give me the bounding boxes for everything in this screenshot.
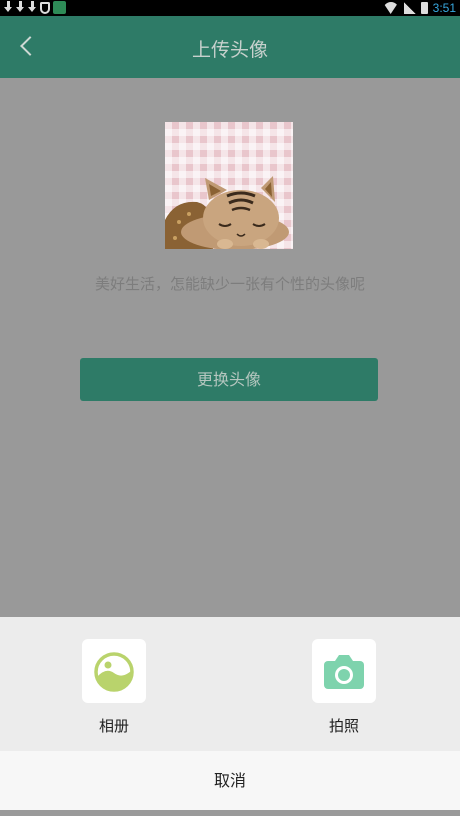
page-title: 上传头像 — [191, 39, 268, 61]
cat-illustration — [165, 176, 289, 249]
system-icons: 3:51 — [383, 0, 456, 16]
download-icon — [28, 1, 37, 14]
shield-icon — [40, 1, 50, 14]
battery-icon — [420, 2, 428, 14]
album-tile[interactable] — [82, 639, 146, 703]
wifi-icon — [383, 2, 399, 14]
avatar-image — [165, 122, 293, 249]
camera-icon — [324, 655, 364, 689]
notification-icons — [4, 1, 66, 14]
app-notification-icon — [53, 1, 66, 14]
header: 上传头像 — [0, 16, 460, 78]
album-icon — [94, 652, 134, 692]
status-time: 3:51 — [432, 1, 456, 15]
change-avatar-button[interactable]: 更换头像 — [80, 358, 378, 401]
status-bar: 3:51 — [0, 0, 460, 16]
camera-option[interactable]: 拍照 — [312, 639, 376, 736]
bottom-edge — [0, 810, 460, 816]
camera-label: 拍照 — [328, 717, 359, 735]
cancel-button[interactable]: 取消 — [0, 751, 460, 810]
download-icon — [4, 1, 13, 14]
download-icon — [16, 1, 25, 14]
signal-icon — [403, 2, 416, 14]
slogan-text: 美好生活，怎能缺少一张有个性的头像呢 — [94, 275, 365, 293]
camera-tile[interactable] — [312, 639, 376, 703]
album-option[interactable]: 相册 — [82, 639, 146, 736]
album-label: 相册 — [98, 717, 129, 735]
